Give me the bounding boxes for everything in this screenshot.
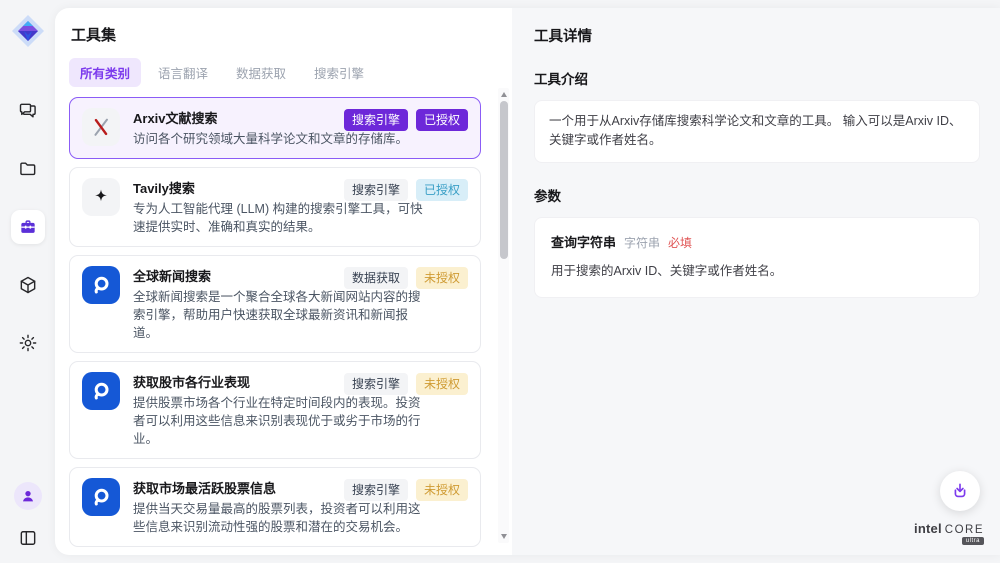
main-surface: 工具集 所有类别语言翻译数据获取搜索引擎 Arxiv文献搜索 访问各个研究领域大… [55, 8, 1000, 555]
chat-icon [18, 101, 38, 121]
tavily-star-icon [82, 178, 120, 216]
parameter-type: 字符串 [624, 234, 660, 251]
arxiv-logo-icon [82, 108, 120, 146]
intel-wordmark: intel [914, 521, 942, 536]
q-logo-icon [82, 266, 120, 304]
tool-intro-text: 一个用于从Arxiv存储库搜索科学论文和文章的工具。 输入可以是Arxiv ID… [534, 100, 980, 163]
scrollbar-down-arrow-icon[interactable] [501, 534, 507, 539]
sidebar-item-account[interactable] [11, 481, 45, 511]
ultra-badge: ultra [962, 537, 984, 545]
tool-auth-badge: 未授权 [416, 373, 468, 395]
panel-layout-icon [18, 528, 38, 548]
sidebar-nav [0, 94, 55, 360]
tool-category-badge: 搜索引擎 [344, 179, 408, 201]
core-wordmark: CORE [945, 524, 984, 536]
tool-card[interactable]: 获取市场最活跃股票信息 提供当天交易量最高的股票列表，投资者可以利用这些信息来识… [69, 467, 481, 547]
sidebar-item-files[interactable] [11, 152, 45, 186]
download-icon [950, 481, 970, 501]
toolbox-icon [18, 217, 38, 237]
tool-auth-badge: 已授权 [416, 179, 468, 201]
q-logo-icon [82, 372, 120, 410]
folder-icon [18, 159, 38, 179]
sidebar-item-settings[interactable] [11, 326, 45, 360]
tool-description: 提供股票市场各个行业在特定时间段内的表现。投资者可以利用这些信息来识别表现优于或… [133, 394, 429, 448]
sidebar-item-panel-toggle[interactable] [11, 523, 45, 553]
scrollbar-up-arrow-icon[interactable] [501, 92, 507, 97]
tool-category-badge: 搜索引擎 [344, 479, 408, 501]
tool-card[interactable]: Arxiv文献搜索 访问各个研究领域大量科学论文和文章的存储库。 搜索引擎 已授… [69, 97, 481, 159]
parameter-description: 用于搜索的Arxiv ID、关键字或作者姓名。 [551, 260, 963, 279]
intro-heading: 工具介绍 [534, 68, 980, 88]
tab-search-engine[interactable]: 搜索引擎 [303, 58, 375, 87]
tool-detail-pane: 工具详情 工具介绍 一个用于从Arxiv存储库搜索科学论文和文章的工具。 输入可… [512, 8, 1000, 555]
tool-auth-badge: 未授权 [416, 479, 468, 501]
params-heading: 参数 [534, 185, 980, 205]
tab-all-categories[interactable]: 所有类别 [69, 58, 141, 87]
tool-list-pane: 工具集 所有类别语言翻译数据获取搜索引擎 Arxiv文献搜索 访问各个研究领域大… [55, 8, 512, 555]
app-window: 工具集 所有类别语言翻译数据获取搜索引擎 Arxiv文献搜索 访问各个研究领域大… [0, 0, 1000, 563]
gear-icon [18, 333, 38, 353]
sidebar-item-models[interactable] [11, 268, 45, 302]
parameter-name: 查询字符串 [551, 232, 616, 251]
parameter-card: 查询字符串 字符串 必填 用于搜索的Arxiv ID、关键字或作者姓名。 [534, 217, 980, 298]
tool-card[interactable]: Tavily搜索 专为人工智能代理 (LLM) 构建的搜索引擎工具，可快速提供实… [69, 167, 481, 247]
tool-description: 全球新闻搜索是一个聚合全球各大新闻网站内容的搜索引擎，帮助用户快速获取全球最新资… [133, 288, 429, 342]
tool-description: 提供当天交易量最高的股票列表，投资者可以利用这些信息来识别流动性强的股票和潜在的… [133, 500, 429, 536]
sidebar-item-chat[interactable] [11, 94, 45, 128]
tool-description: 专为人工智能代理 (LLM) 构建的搜索引擎工具，可快速提供实时、准确和真实的结… [133, 200, 429, 236]
tab-language-translation[interactable]: 语言翻译 [147, 58, 219, 87]
tool-description: 访问各个研究领域大量科学论文和文章的存储库。 [133, 130, 429, 148]
intel-core-logo: intel CORE ultra [914, 521, 984, 545]
tool-category-badge: 搜索引擎 [344, 373, 408, 395]
tool-auth-badge: 未授权 [416, 267, 468, 289]
tool-auth-badge: 已授权 [416, 109, 468, 131]
sidebar-item-tools[interactable] [11, 210, 45, 244]
parameter-header: 查询字符串 字符串 必填 [551, 232, 963, 251]
user-avatar-icon [20, 488, 36, 504]
download-button[interactable] [940, 471, 980, 511]
parameter-required-flag: 必填 [668, 234, 692, 251]
tab-data-acquisition[interactable]: 数据获取 [225, 58, 297, 87]
tool-card-list: Arxiv文献搜索 访问各个研究领域大量科学论文和文章的存储库。 搜索引擎 已授… [69, 97, 481, 548]
sidebar-bottom [0, 481, 55, 553]
tool-category-badge: 搜索引擎 [344, 109, 408, 131]
page-title: 工具集 [71, 24, 510, 45]
scrollbar-thumb[interactable] [500, 101, 508, 259]
scrollbar[interactable] [498, 88, 509, 543]
cube-icon [18, 275, 38, 295]
sidebar-rail [0, 0, 55, 563]
detail-title: 工具详情 [534, 25, 980, 46]
category-tabs: 所有类别语言翻译数据获取搜索引擎 [69, 58, 512, 87]
tool-category-badge: 数据获取 [344, 267, 408, 289]
q-logo-icon [82, 478, 120, 516]
gem-logo-icon[interactable] [10, 13, 46, 49]
tool-card[interactable]: 获取股市各行业表现 提供股票市场各个行业在特定时间段内的表现。投资者可以利用这些… [69, 361, 481, 459]
tool-card[interactable]: 全球新闻搜索 全球新闻搜索是一个聚合全球各大新闻网站内容的搜索引擎，帮助用户快速… [69, 255, 481, 353]
